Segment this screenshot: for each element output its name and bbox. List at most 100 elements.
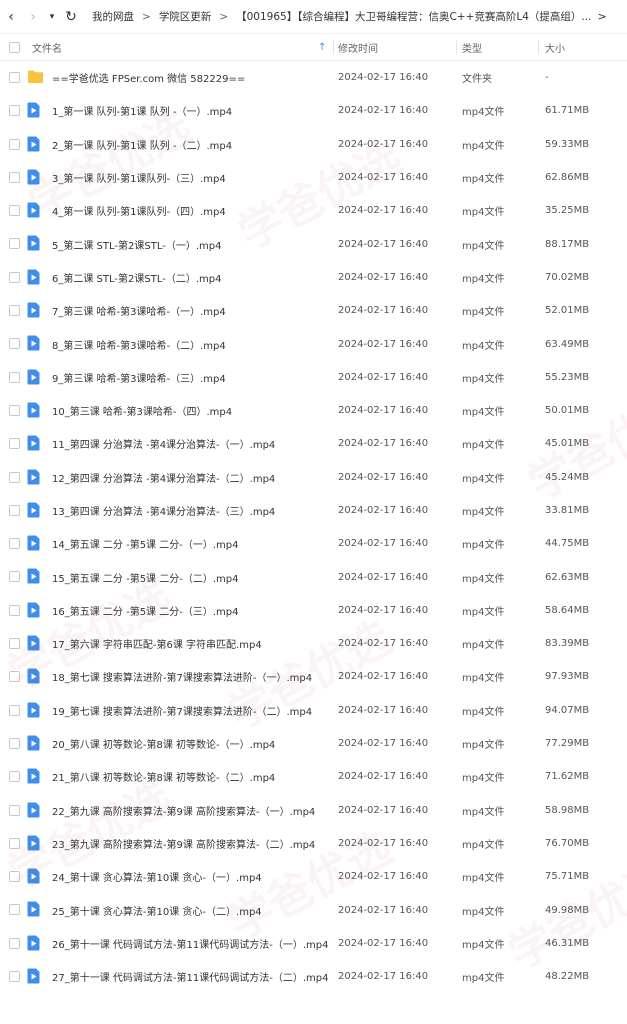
file-row[interactable]: 19_第七课 搜索算法进阶-第7课搜索算法进阶-（二）.mp4 2024-02-1… — [0, 694, 627, 727]
file-name[interactable]: 20_第八课 初等数论-第8课 初等数论-（一）.mp4 — [52, 736, 275, 751]
file-name[interactable]: 15_第五课 二分 -第5课 二分-（二）.mp4 — [52, 570, 238, 585]
sort-ascending-icon[interactable]: ↑ — [318, 42, 326, 53]
file-row[interactable]: 1_第一课 队列-第1课 队列 -（一）.mp4 2024-02-17 16:40… — [0, 94, 627, 127]
file-name[interactable]: 22_第九课 高阶搜索算法-第9课 高阶搜索算法-（一）.mp4 — [52, 803, 315, 818]
file-row[interactable]: 4_第一课 队列-第1课队列-（四）.mp4 2024-02-17 16:40 mp… — [0, 194, 627, 227]
row-checkbox[interactable] — [9, 638, 20, 650]
file-name[interactable]: 10_第三课 哈希-第3课哈希-（四）.mp4 — [52, 403, 232, 418]
forward-icon[interactable]: › — [22, 0, 44, 34]
file-name[interactable]: 16_第五课 二分 -第5课 二分-（三）.mp4 — [52, 603, 238, 618]
file-name[interactable]: 26_第十一课 代码调试方法-第11课代码调试方法-（一）.mp4 — [52, 936, 328, 951]
file-row[interactable]: 10_第三课 哈希-第3课哈希-（四）.mp4 2024-02-17 16:40 m… — [0, 394, 627, 427]
file-name[interactable]: 19_第七课 搜索算法进阶-第7课搜索算法进阶-（二）.mp4 — [52, 703, 312, 718]
file-row[interactable]: 17_第六课 字符串匹配-第6课 字符串匹配.mp4 2024-02-17 16:… — [0, 627, 627, 660]
file-row[interactable]: 20_第八课 初等数论-第8课 初等数论-（一）.mp4 2024-02-17 1… — [0, 727, 627, 760]
row-checkbox[interactable] — [9, 937, 20, 949]
row-checkbox[interactable] — [9, 338, 20, 350]
file-row[interactable]: ==学爸优选 FPSer.com 微信 582229== 2024-02-17 1… — [0, 61, 627, 94]
column-divider[interactable] — [333, 40, 334, 54]
file-name[interactable]: 7_第三课 哈希-第3课哈希-（一）.mp4 — [52, 303, 226, 318]
file-row[interactable]: 8_第三课 哈希-第3课哈希-（二）.mp4 2024-02-17 16:40 mp… — [0, 327, 627, 360]
row-checkbox[interactable] — [9, 604, 20, 616]
row-checkbox[interactable] — [9, 471, 20, 483]
history-dropdown-icon[interactable]: ▾ — [44, 0, 60, 34]
column-divider[interactable] — [456, 40, 457, 54]
column-header-name[interactable]: 文件名 — [32, 40, 62, 55]
row-checkbox[interactable] — [9, 438, 20, 450]
file-name[interactable]: 8_第三课 哈希-第3课哈希-（二）.mp4 — [52, 337, 226, 352]
refresh-icon[interactable]: ↻ — [60, 0, 82, 34]
file-row[interactable]: 7_第三课 哈希-第3课哈希-（一）.mp4 2024-02-17 16:40 mp… — [0, 294, 627, 327]
breadcrumb-item-academy-updates[interactable]: 学院区更新 — [159, 9, 212, 24]
file-name[interactable]: ==学爸优选 FPSer.com 微信 582229== — [52, 70, 245, 85]
file-name[interactable]: 24_第十课 贪心算法-第10课 贪心-（一）.mp4 — [52, 869, 262, 884]
row-checkbox[interactable] — [9, 105, 20, 117]
column-header-modified[interactable]: 修改时间 — [338, 40, 378, 55]
row-checkbox[interactable] — [9, 538, 20, 550]
row-checkbox[interactable] — [9, 771, 20, 783]
file-row[interactable]: 3_第一课 队列-第1课队列-（三）.mp4 2024-02-17 16:40 mp… — [0, 161, 627, 194]
file-name[interactable]: 23_第九课 高阶搜索算法-第9课 高阶搜索算法-（二）.mp4 — [52, 836, 315, 851]
file-name[interactable]: 5_第二课 STL-第2课STL-（一）.mp4 — [52, 237, 221, 252]
file-name[interactable]: 11_第四课 分治算法 -第4课分治算法-（一）.mp4 — [52, 436, 275, 451]
file-name[interactable]: 27_第十一课 代码调试方法-第11课代码调试方法-（二）.mp4 — [52, 969, 328, 984]
file-row[interactable]: 15_第五课 二分 -第5课 二分-（二）.mp4 2024-02-17 16:4… — [0, 560, 627, 593]
row-checkbox[interactable] — [9, 904, 20, 916]
row-checkbox[interactable] — [9, 138, 20, 150]
file-name[interactable]: 3_第一课 队列-第1课队列-（三）.mp4 — [52, 170, 226, 185]
row-checkbox[interactable] — [9, 271, 20, 283]
file-name[interactable]: 13_第四课 分治算法 -第4课分治算法-（三）.mp4 — [52, 503, 275, 518]
file-row[interactable]: 21_第八课 初等数论-第8课 初等数论-（二）.mp4 2024-02-17 1… — [0, 760, 627, 793]
file-row[interactable]: 12_第四课 分治算法 -第4课分治算法-（二）.mp4 2024-02-17 1… — [0, 461, 627, 494]
row-checkbox[interactable] — [9, 72, 20, 83]
breadcrumb-item-current-folder[interactable]: 【001965】【综合编程】大卫哥编程营：信奥C++竞赛高阶L4（提高组）... — [236, 9, 591, 24]
row-checkbox[interactable] — [9, 804, 20, 816]
row-checkbox[interactable] — [9, 704, 20, 716]
file-name[interactable]: 6_第二课 STL-第2课STL-（二）.mp4 — [52, 270, 221, 285]
file-row[interactable]: 23_第九课 高阶搜索算法-第9课 高阶搜索算法-（二）.mp4 2024-02-… — [0, 827, 627, 860]
breadcrumb-expand-icon[interactable]: > — [597, 10, 612, 23]
row-checkbox[interactable] — [9, 504, 20, 516]
row-checkbox[interactable] — [9, 205, 20, 217]
file-name[interactable]: 18_第七课 搜索算法进阶-第7课搜索算法进阶-（一）.mp4 — [52, 669, 312, 684]
row-checkbox[interactable] — [9, 837, 20, 849]
file-name[interactable]: 25_第十课 贪心算法-第10课 贪心-（二）.mp4 — [52, 903, 262, 918]
file-name[interactable]: 21_第八课 初等数论-第8课 初等数论-（二）.mp4 — [52, 769, 275, 784]
row-checkbox[interactable] — [9, 238, 20, 250]
row-checkbox[interactable] — [9, 404, 20, 416]
file-row[interactable]: 25_第十课 贪心算法-第10课 贪心-（二）.mp4 2024-02-17 16… — [0, 893, 627, 926]
file-row[interactable]: 22_第九课 高阶搜索算法-第9课 高阶搜索算法-（一）.mp4 2024-02-… — [0, 794, 627, 827]
file-name[interactable]: 1_第一课 队列-第1课 队列 -（一）.mp4 — [52, 103, 232, 118]
file-name[interactable]: 17_第六课 字符串匹配-第6课 字符串匹配.mp4 — [52, 636, 262, 651]
column-divider[interactable] — [538, 40, 539, 54]
file-row[interactable]: 13_第四课 分治算法 -第4课分治算法-（三）.mp4 2024-02-17 1… — [0, 494, 627, 527]
file-row[interactable]: 18_第七课 搜索算法进阶-第7课搜索算法进阶-（一）.mp4 2024-02-1… — [0, 660, 627, 693]
row-checkbox[interactable] — [9, 671, 20, 683]
file-row[interactable]: 26_第十一课 代码调试方法-第11课代码调试方法-（一）.mp4 2024-02… — [0, 927, 627, 960]
row-checkbox[interactable] — [9, 737, 20, 749]
back-icon[interactable]: ‹ — [0, 0, 22, 34]
file-name[interactable]: 12_第四课 分治算法 -第4课分治算法-（二）.mp4 — [52, 470, 275, 485]
file-name[interactable]: 2_第一课 队列-第1课 队列 -（二）.mp4 — [52, 137, 232, 152]
file-row[interactable]: 9_第三课 哈希-第3课哈希-（三）.mp4 2024-02-17 16:40 mp… — [0, 361, 627, 394]
file-name[interactable]: 4_第一课 队列-第1课队列-（四）.mp4 — [52, 203, 226, 218]
column-header-type[interactable]: 类型 — [462, 40, 482, 55]
file-row[interactable]: 27_第十一课 代码调试方法-第11课代码调试方法-（二）.mp4 2024-02… — [0, 960, 627, 993]
row-checkbox[interactable] — [9, 171, 20, 183]
file-row[interactable]: 5_第二课 STL-第2课STL-（一）.mp4 2024-02-17 16:40… — [0, 227, 627, 260]
file-name[interactable]: 14_第五课 二分 -第5课 二分-（一）.mp4 — [52, 536, 238, 551]
row-checkbox[interactable] — [9, 571, 20, 583]
file-row[interactable]: 16_第五课 二分 -第5课 二分-（三）.mp4 2024-02-17 16:4… — [0, 594, 627, 627]
file-row[interactable]: 14_第五课 二分 -第5课 二分-（一）.mp4 2024-02-17 16:4… — [0, 527, 627, 560]
column-header-size[interactable]: 大小 — [545, 40, 565, 55]
file-row[interactable]: 2_第一课 队列-第1课 队列 -（二）.mp4 2024-02-17 16:40… — [0, 128, 627, 161]
file-row[interactable]: 6_第二课 STL-第2课STL-（二）.mp4 2024-02-17 16:40… — [0, 261, 627, 294]
row-checkbox[interactable] — [9, 971, 20, 983]
file-row[interactable]: 11_第四课 分治算法 -第4课分治算法-（一）.mp4 2024-02-17 1… — [0, 427, 627, 460]
select-all-checkbox[interactable] — [9, 41, 20, 53]
row-checkbox[interactable] — [9, 305, 20, 317]
file-name[interactable]: 9_第三课 哈希-第3课哈希-（三）.mp4 — [52, 370, 226, 385]
breadcrumb-item-my-drive[interactable]: 我的网盘 — [92, 9, 134, 24]
row-checkbox[interactable] — [9, 371, 20, 383]
file-row[interactable]: 24_第十课 贪心算法-第10课 贪心-（一）.mp4 2024-02-17 16… — [0, 860, 627, 893]
